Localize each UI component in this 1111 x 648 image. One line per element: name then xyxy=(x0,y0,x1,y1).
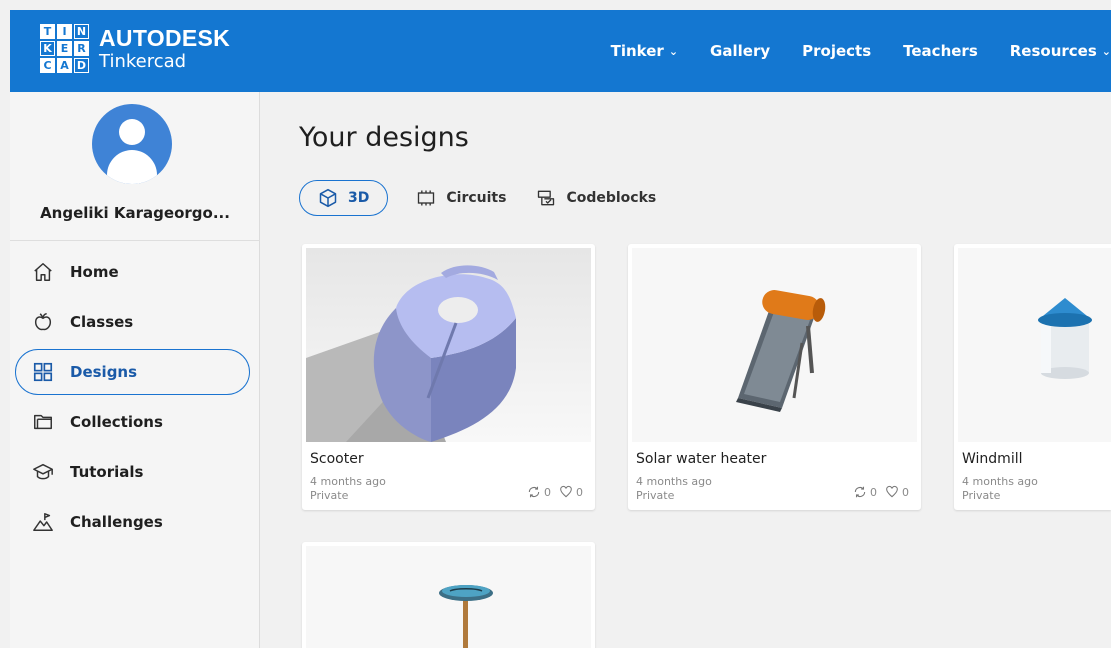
remix-icon xyxy=(528,486,540,498)
home-icon xyxy=(34,263,52,281)
sidebar-item-tutorials[interactable]: Tutorials xyxy=(15,449,250,495)
heart-icon[interactable] xyxy=(559,485,573,499)
tab-codeblocks[interactable]: Codeblocks xyxy=(536,180,656,216)
graduation-cap-icon xyxy=(33,463,53,480)
brand-name: AUTODESK xyxy=(99,24,231,51)
design-card-sign[interactable] xyxy=(302,542,595,648)
sidebar-item-challenges[interactable]: Challenges xyxy=(15,499,250,545)
chevron-down-icon: ⌄ xyxy=(668,44,679,58)
nav-tinker[interactable]: Tinker ⌄ xyxy=(611,42,678,60)
chevron-down-icon: ⌄ xyxy=(1101,44,1111,58)
logo-grid-icon: T I N K E R C A D xyxy=(40,24,89,73)
sidebar-item-designs[interactable]: Designs xyxy=(15,349,250,395)
design-type-tabs: 3D Circuits Codeblocks xyxy=(299,180,686,216)
design-card-scooter[interactable]: Scooter 4 months ago Private 0 0 xyxy=(302,244,595,510)
sidebar: Angeliki Karageorgo... Home Classes Desi… xyxy=(10,92,260,648)
remix-icon xyxy=(854,486,866,498)
main-content: Your designs 3D Circuits Codeblocks Scoo… xyxy=(261,92,1111,648)
username[interactable]: Angeliki Karageorgo... xyxy=(10,204,260,222)
main-nav: Tinker ⌄ Gallery Projects Teachers Resou… xyxy=(579,10,1111,92)
design-stats: 0 0 xyxy=(853,485,909,499)
tab-3d[interactable]: 3D xyxy=(299,180,389,216)
sidebar-menu: Home Classes Designs Collections Tutoria… xyxy=(15,249,250,549)
cube-icon xyxy=(319,188,337,208)
codeblocks-icon xyxy=(538,190,555,206)
design-time: 4 months ago xyxy=(310,475,386,488)
design-time: 4 months ago xyxy=(962,475,1038,488)
sidebar-item-collections[interactable]: Collections xyxy=(15,399,250,445)
product-name: Tinkercad xyxy=(99,50,187,72)
design-card-solar-water-heater[interactable]: Solar water heater 4 months ago Private … xyxy=(628,244,921,510)
design-card-windmill[interactable]: Windmill 4 months ago Private xyxy=(954,244,1111,510)
design-privacy: Private xyxy=(962,489,1001,502)
tab-circuits[interactable]: Circuits xyxy=(416,180,506,216)
chip-icon xyxy=(418,190,435,206)
tinkercad-logo[interactable]: T I N K E R C A D AUTODESK Tinkercad xyxy=(40,24,230,73)
sidebar-item-home[interactable]: Home xyxy=(15,249,250,295)
design-time: 4 months ago xyxy=(636,475,712,488)
top-bar: T I N K E R C A D AUTODESK Tinkercad Tin… xyxy=(10,10,1111,92)
design-thumbnail[interactable] xyxy=(958,248,1111,442)
design-name[interactable]: Windmill xyxy=(962,451,1023,467)
design-name[interactable]: Solar water heater xyxy=(636,451,766,467)
divider xyxy=(10,240,260,241)
sidebar-item-classes[interactable]: Classes xyxy=(15,299,250,345)
folder-icon xyxy=(34,414,52,430)
design-privacy: Private xyxy=(310,489,349,502)
design-thumbnail[interactable] xyxy=(306,546,591,648)
grid-icon xyxy=(33,362,53,382)
page-title: Your designs xyxy=(299,122,469,153)
design-thumbnail[interactable] xyxy=(632,248,917,442)
avatar[interactable] xyxy=(92,104,172,184)
nav-gallery[interactable]: Gallery xyxy=(710,42,770,60)
design-privacy: Private xyxy=(636,489,675,502)
nav-projects[interactable]: Projects xyxy=(802,42,871,60)
nav-teachers[interactable]: Teachers xyxy=(903,42,978,60)
heart-icon[interactable] xyxy=(885,485,899,499)
mountain-flag-icon xyxy=(33,513,53,531)
design-name[interactable]: Scooter xyxy=(310,451,364,467)
design-stats: 0 0 xyxy=(527,485,583,499)
nav-resources[interactable]: Resources ⌄ xyxy=(1010,42,1111,60)
design-thumbnail[interactable] xyxy=(306,248,591,442)
apple-icon xyxy=(34,313,52,331)
